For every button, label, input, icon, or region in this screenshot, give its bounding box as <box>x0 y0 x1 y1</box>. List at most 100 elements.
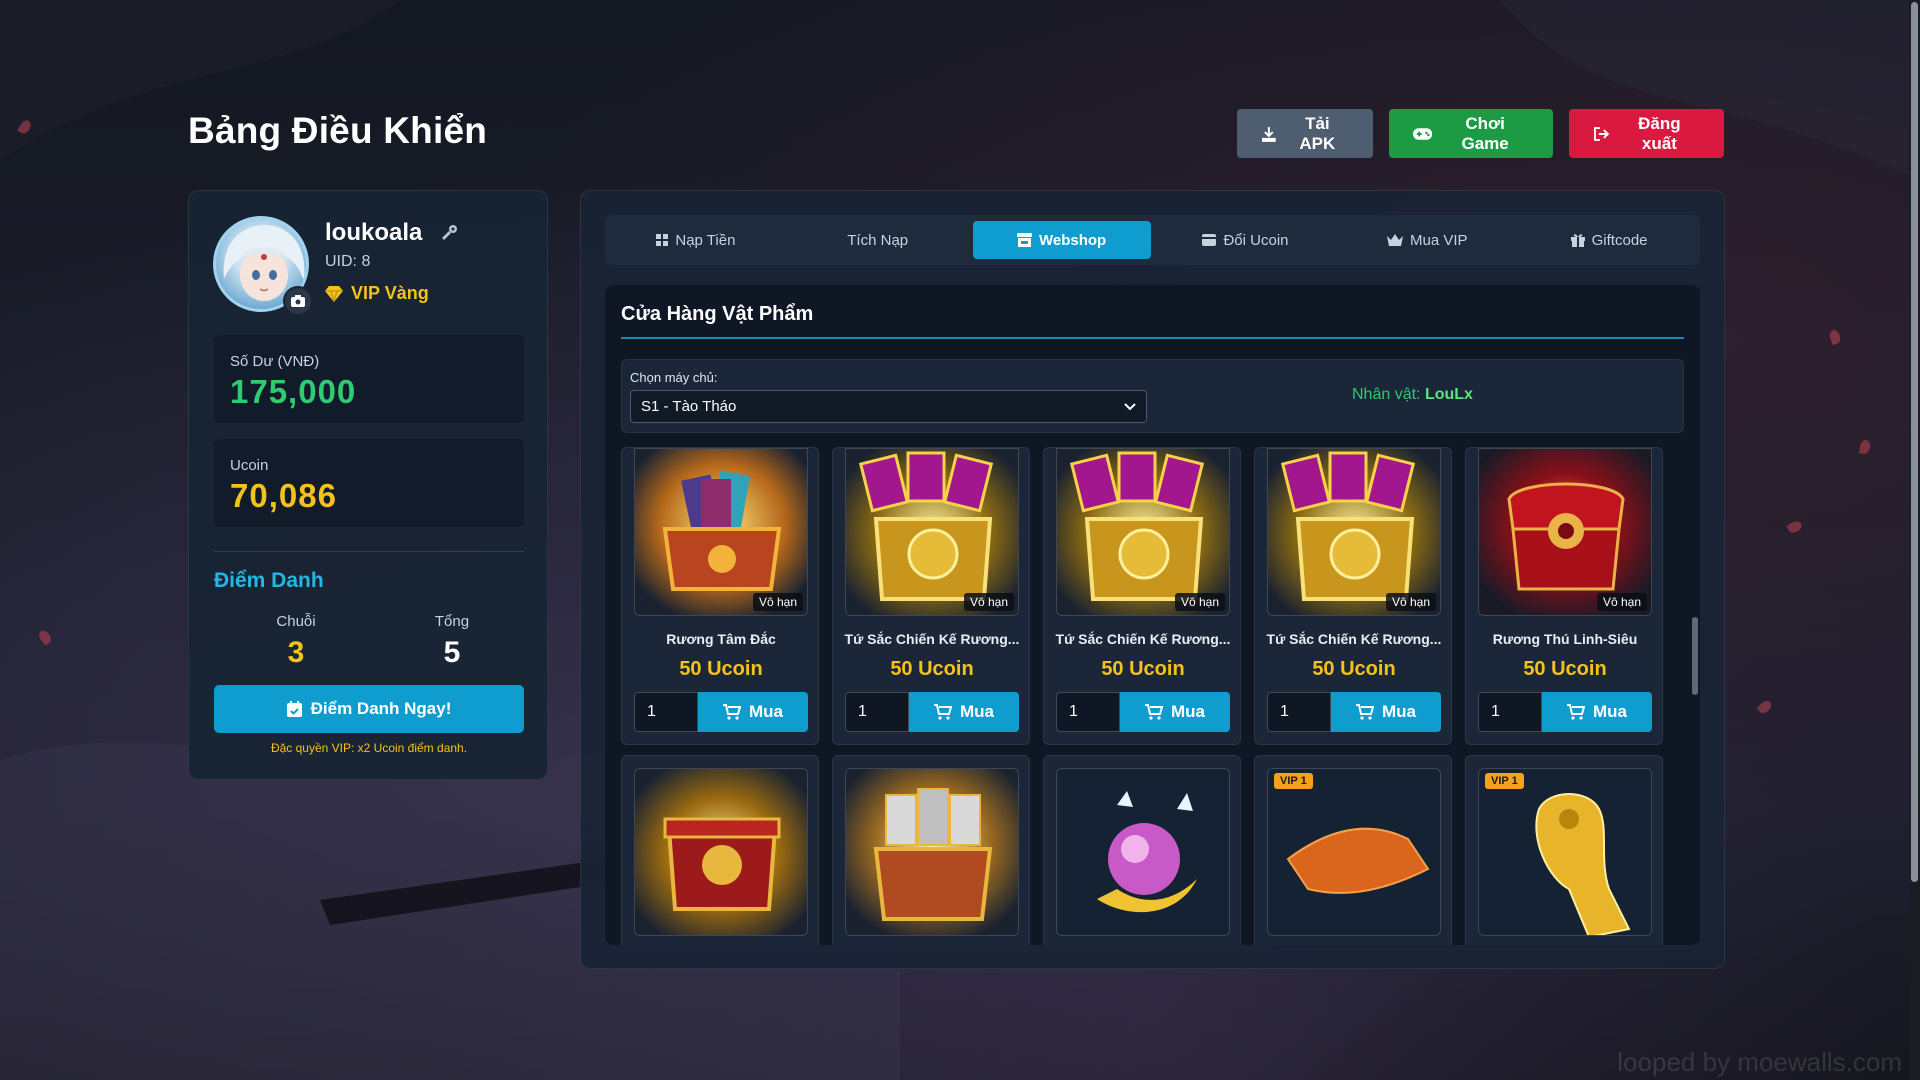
item-image: Vô hạn <box>634 448 808 616</box>
store-icon <box>1016 233 1032 247</box>
item-grid-scroll-thumb[interactable] <box>1692 617 1698 695</box>
watermark: looped by moewalls.com <box>1617 1047 1902 1077</box>
item-card <box>621 755 819 945</box>
server-label: Chọn máy chủ: <box>630 370 718 385</box>
buy-label: Mua <box>960 702 994 721</box>
gift-icon <box>1570 234 1585 247</box>
chest-image <box>635 449 807 615</box>
page-scroll-thumb[interactable] <box>1911 2 1918 882</box>
item-grid-scrollbar[interactable] <box>1691 447 1699 945</box>
vip-status: VIP Vàng <box>325 283 429 304</box>
checkin-button[interactable]: Điểm Danh Ngay! <box>214 685 524 733</box>
tab-webshop[interactable]: Webshop <box>972 221 1151 259</box>
quantity-input[interactable]: 1 <box>1056 692 1120 732</box>
item-grid: Vô hạn Rương Tâm Đắc 50 Ucoin 1 Mua Vô h… <box>621 447 1684 945</box>
streak-value: 3 <box>287 636 305 669</box>
wallet-icon <box>1202 234 1217 246</box>
tab-label: Giftcode <box>1591 231 1648 249</box>
calendar-check-icon <box>286 701 302 717</box>
quantity-input[interactable]: 1 <box>1478 692 1542 732</box>
item-name: Tứ Sắc Chiến Kế Rương... <box>1266 631 1442 647</box>
webshop-panel: Cửa Hàng Vật Phẩm Chọn máy chủ: S1 - Tào… <box>605 285 1700 945</box>
logout-button[interactable]: Đăng xuất <box>1569 109 1724 158</box>
page-scrollbar[interactable] <box>1909 0 1920 1080</box>
ucoin-label: Ucoin <box>230 457 269 474</box>
play-game-label: Chơi Game <box>1461 113 1509 153</box>
tab-tich-nap[interactable]: Tích Nạp <box>791 221 965 259</box>
item-image <box>1056 768 1230 936</box>
balance-value: 175,000 <box>230 373 357 410</box>
golden-chest-image <box>1268 449 1440 615</box>
item-price: 50 Ucoin <box>1312 658 1396 680</box>
item-card: Vô hạn Rương Thú Linh-Siêu 50 Ucoin 1 Mu… <box>1465 447 1663 745</box>
cart-icon <box>1145 704 1163 720</box>
item-name: Rương Tâm Đắc <box>666 631 776 647</box>
ucoin-box: Ucoin 70,086 <box>214 439 524 527</box>
play-game-button[interactable]: Chơi Game <box>1389 109 1553 158</box>
item-card: Vô hạn Tứ Sắc Chiến Kế Rương... 50 Ucoin… <box>832 447 1030 745</box>
buy-row: 1 Mua <box>845 692 1019 732</box>
unlimited-badge: Vô hạn <box>752 593 803 611</box>
tab-label: Tích Nạp <box>847 231 909 249</box>
streak-label: Chuỗi <box>276 613 316 630</box>
buy-button[interactable]: Mua <box>698 692 808 732</box>
total-label: Tổng <box>434 613 470 630</box>
vip-label: VIP Vàng <box>351 283 429 303</box>
quantity-input[interactable]: 1 <box>1267 692 1331 732</box>
download-apk-button[interactable]: Tải APK <box>1237 109 1373 158</box>
key-icon[interactable] <box>441 223 459 241</box>
item-card <box>832 755 1030 945</box>
cart-icon <box>723 704 741 720</box>
gem-icon <box>325 285 343 302</box>
tab-doi-ucoin[interactable]: Đổi Ucoin <box>1159 221 1333 259</box>
cart-icon <box>1356 704 1374 720</box>
tab-label: Đổi Ucoin <box>1223 231 1289 249</box>
buy-button[interactable]: Mua <box>1542 692 1652 732</box>
download-apk-label: Tải APK <box>1299 113 1336 153</box>
tab-mua-vip[interactable]: Mua VIP <box>1340 221 1514 259</box>
vip-badge: VIP 1 <box>1485 773 1524 789</box>
chevron-down-icon <box>1124 402 1136 410</box>
item-name: Tứ Sắc Chiến Kế Rương... <box>1055 631 1231 647</box>
buy-label: Mua <box>749 702 783 721</box>
top-actions: Tải APK Chơi Game Đăng xuất <box>1237 109 1724 158</box>
page-title: Bảng Điều Khiển <box>188 110 488 151</box>
cart-icon <box>1567 704 1585 720</box>
item-image <box>845 768 1019 936</box>
server-select[interactable]: S1 - Tào Tháo <box>630 390 1147 423</box>
buy-row: 1 Mua <box>634 692 808 732</box>
buy-label: Mua <box>1382 702 1416 721</box>
shop-title-underline <box>621 337 1684 339</box>
logout-icon <box>1593 126 1610 141</box>
item-image: VIP 1 <box>1478 768 1652 936</box>
unlimited-badge: Vô hạn <box>1174 593 1225 611</box>
change-avatar-button[interactable] <box>283 286 313 316</box>
unlimited-badge: Vô hạn <box>963 593 1014 611</box>
buy-label: Mua <box>1171 702 1205 721</box>
tab-label: Mua VIP <box>1410 231 1468 249</box>
tab-bar: Nạp Tiền Tích Nạp Webshop Đổi Ucoin Mua … <box>605 215 1700 265</box>
buy-button[interactable]: Mua <box>1331 692 1441 732</box>
main-panel: Nạp Tiền Tích Nạp Webshop Đổi Ucoin Mua … <box>580 190 1725 969</box>
unlimited-badge: Vô hạn <box>1385 593 1436 611</box>
checkin-vip-note: Đặc quyền VIP: x2 Ucoin điểm danh. <box>270 741 468 755</box>
checkin-button-label: Điểm Danh Ngay! <box>310 699 452 718</box>
total-value: 5 <box>443 636 461 669</box>
item-image <box>634 768 808 936</box>
tab-nap-tien[interactable]: Nạp Tiền <box>609 221 783 259</box>
item-card: Vô hạn Rương Tâm Đắc 50 Ucoin 1 Mua <box>621 447 819 745</box>
item-card <box>1043 755 1241 945</box>
download-icon <box>1261 126 1276 142</box>
user-uid: UID: 8 <box>325 253 371 270</box>
item-name: Tứ Sắc Chiến Kế Rương... <box>844 631 1020 647</box>
grid-icon <box>656 234 669 246</box>
quantity-input[interactable]: 1 <box>845 692 909 732</box>
buy-button[interactable]: Mua <box>1120 692 1230 732</box>
unlimited-badge: Vô hạn <box>1596 593 1647 611</box>
quantity-input[interactable]: 1 <box>634 692 698 732</box>
tab-giftcode[interactable]: Giftcode <box>1522 221 1696 259</box>
balance-label: Số Dư (VNĐ) <box>230 353 320 370</box>
buy-row: 1 Mua <box>1056 692 1230 732</box>
crown-icon <box>1387 234 1404 246</box>
buy-button[interactable]: Mua <box>909 692 1019 732</box>
